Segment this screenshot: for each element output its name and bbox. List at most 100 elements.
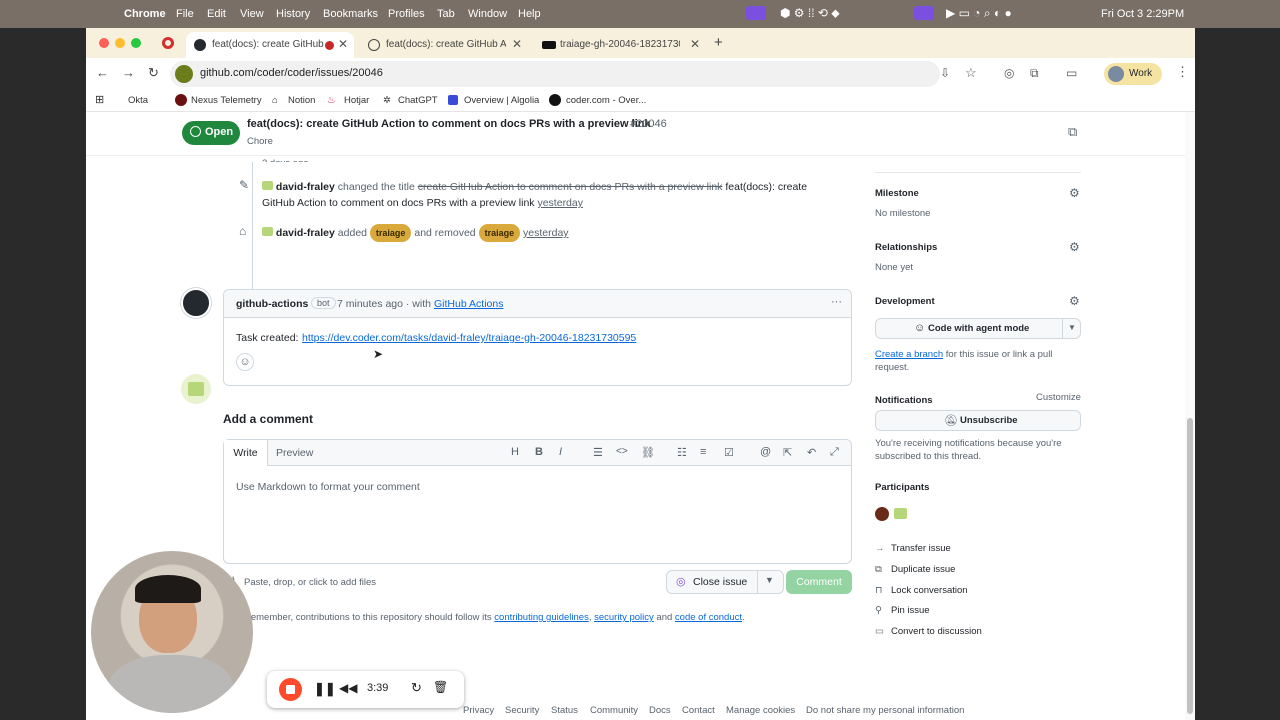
bookmark-notion[interactable]: Notion <box>288 95 315 106</box>
menu-window[interactable]: Window <box>468 8 507 20</box>
forward-icon[interactable]: → <box>122 65 135 80</box>
mention-icon[interactable]: @ <box>760 446 771 458</box>
tab-write[interactable]: Write <box>224 440 268 466</box>
close-window-icon[interactable] <box>99 38 109 48</box>
back-icon[interactable]: ← <box>96 65 109 80</box>
current-user-avatar[interactable] <box>181 374 211 404</box>
screen-record-icon[interactable] <box>746 6 766 20</box>
user-avatar[interactable] <box>262 227 273 236</box>
tab-issue-2[interactable]: feat(docs): create GitHub Ac ✕ <box>360 32 528 58</box>
footer-security[interactable]: Security <box>505 705 539 716</box>
milestone-gear-icon[interactable]: ⚙ <box>1069 187 1081 199</box>
profile-button[interactable]: Work <box>1104 63 1162 85</box>
status-icons[interactable]: ⬢ ⚙ ⁞⁞ ⟲ ⬥ <box>780 6 840 21</box>
lock-conversation-action[interactable]: ⊓ Lock conversation <box>875 585 968 596</box>
menu-bookmarks[interactable]: Bookmarks <box>323 8 378 20</box>
github-actions-link[interactable]: GitHub Actions <box>434 298 503 310</box>
tab-close-icon[interactable]: ✕ <box>690 37 700 51</box>
transfer-issue-action[interactable]: → Transfer issue <box>875 543 951 554</box>
create-branch-link[interactable]: Create a branch <box>875 349 943 360</box>
chevron-down-icon[interactable]: ▼ <box>765 575 774 585</box>
reload-icon[interactable]: ↻ <box>148 65 159 81</box>
rewind-icon[interactable]: ◀◀ <box>339 681 357 695</box>
comment-submit-button[interactable]: Comment <box>786 570 852 594</box>
event-time[interactable]: yesterday <box>523 227 569 239</box>
bookmark-hotjar[interactable]: Hotjar <box>344 95 369 106</box>
address-bar[interactable]: github.com/coder/coder/issues/20046 ⇩ ☆ <box>170 61 977 87</box>
copy-link-icon[interactable]: ⧉ <box>1068 124 1077 140</box>
security-policy-link[interactable]: security policy <box>594 612 654 623</box>
menu-edit[interactable]: Edit <box>207 8 226 20</box>
tab-issue-active[interactable]: feat(docs): create GitHub ✕ <box>186 32 354 58</box>
italic-icon[interactable]: I <box>559 446 562 458</box>
bookmark-nexus[interactable]: Nexus Telemetry <box>191 95 262 106</box>
footer-privacy[interactable]: Privacy <box>463 705 494 716</box>
menu-profiles[interactable]: Profiles <box>388 8 425 20</box>
development-heading[interactable]: Development <box>875 296 935 307</box>
page-scrollbar[interactable] <box>1185 112 1195 720</box>
comment-menu-icon[interactable]: ··· <box>831 296 842 308</box>
menubar-clock[interactable]: Fri Oct 3 2:29PM <box>1101 8 1184 20</box>
scrollbar-thumb[interactable] <box>1187 418 1193 714</box>
bulleted-list-icon[interactable]: ☷ <box>677 446 687 459</box>
bookmark-okta[interactable]: Okta <box>128 95 148 106</box>
extensions-puzzle-icon[interactable]: ⧉ <box>1030 66 1039 81</box>
tab-task[interactable]: traiage-gh-20046-18231730 ✕ <box>534 32 706 58</box>
code-icon[interactable]: <> <box>616 446 628 457</box>
stop-recording-button[interactable] <box>279 678 302 701</box>
participant-avatar-2[interactable] <box>894 508 907 519</box>
menu-file[interactable]: File <box>176 8 194 20</box>
development-gear-icon[interactable]: ⚙ <box>1069 295 1081 307</box>
unsubscribe-button[interactable]: 🔕︎ Unsubscribe <box>875 410 1081 431</box>
bookmark-algolia[interactable]: Overview | Algolia <box>464 95 539 106</box>
menu-view[interactable]: View <box>240 8 264 20</box>
install-app-icon[interactable]: ⇩ <box>940 66 950 80</box>
code-of-conduct-link[interactable]: code of conduct <box>675 612 742 623</box>
comment-author[interactable]: github-actions <box>236 298 308 310</box>
pause-icon[interactable]: ❚❚ <box>314 681 336 697</box>
footer-status[interactable]: Status <box>551 705 578 716</box>
restart-icon[interactable]: ↻ <box>411 680 422 696</box>
menu-help[interactable]: Help <box>518 8 541 20</box>
screen-mirror-icon[interactable] <box>914 6 934 20</box>
reply-icon[interactable]: ↶ <box>807 446 816 459</box>
menu-history[interactable]: History <box>276 8 310 20</box>
trash-icon[interactable]: 🗑︎ <box>433 680 448 694</box>
chevron-down-icon[interactable]: ▼ <box>1068 323 1076 332</box>
event-time[interactable]: yesterday <box>537 197 583 209</box>
bookmark-star-icon[interactable]: ☆ <box>965 65 977 81</box>
reference-icon[interactable]: ⇱ <box>783 446 792 459</box>
maximize-window-icon[interactable] <box>131 38 141 48</box>
tab-close-icon[interactable]: ✕ <box>338 37 348 51</box>
browser-menu-icon[interactable]: ⋮ <box>1176 64 1189 80</box>
footer-do-not-share[interactable]: Do not share my personal information <box>806 705 964 716</box>
bold-icon[interactable]: B <box>535 446 543 458</box>
comment-textarea[interactable]: Use Markdown to format your comment <box>236 481 420 493</box>
task-link[interactable]: https://dev.coder.com/tasks/david-fraley… <box>302 332 636 344</box>
code-with-agent-button[interactable]: ☺ Code with agent mode ▼ <box>875 318 1081 339</box>
close-issue-button[interactable]: ◎ Close issue ▼ <box>666 570 784 594</box>
fullscreen-icon[interactable]: ⤢ <box>830 446 839 459</box>
minimize-window-icon[interactable] <box>115 38 125 48</box>
relationships-gear-icon[interactable]: ⚙ <box>1069 241 1081 253</box>
side-panel-icon[interactable]: ▭ <box>1066 66 1077 80</box>
label-traiage-added[interactable]: traiage <box>369 224 412 242</box>
apps-grid-icon[interactable]: ⊞ <box>95 93 104 106</box>
event-user[interactable]: david-fraley <box>276 227 335 239</box>
task-list-icon[interactable]: ☑ <box>724 446 734 459</box>
footer-manage-cookies[interactable]: Manage cookies <box>726 705 795 716</box>
numbered-list-icon[interactable]: ≡ <box>700 446 706 458</box>
footer-community[interactable]: Community <box>590 705 638 716</box>
new-tab-icon[interactable]: + <box>714 34 723 51</box>
convert-to-discussion-action[interactable]: ▭ Convert to discussion <box>875 626 982 637</box>
event-user[interactable]: david-fraley <box>276 181 335 193</box>
footer-contact[interactable]: Contact <box>682 705 715 716</box>
menu-app-name[interactable]: Chrome <box>124 8 166 20</box>
milestone-heading[interactable]: Milestone <box>875 188 919 199</box>
bookmark-coder[interactable]: coder.com - Over... <box>566 95 646 106</box>
github-actions-avatar-icon[interactable] <box>181 288 211 318</box>
extension-icon[interactable]: ◎ <box>1004 66 1014 80</box>
menu-tab[interactable]: Tab <box>437 8 455 20</box>
quote-icon[interactable]: ☰ <box>593 446 603 459</box>
footer-docs[interactable]: Docs <box>649 705 671 716</box>
